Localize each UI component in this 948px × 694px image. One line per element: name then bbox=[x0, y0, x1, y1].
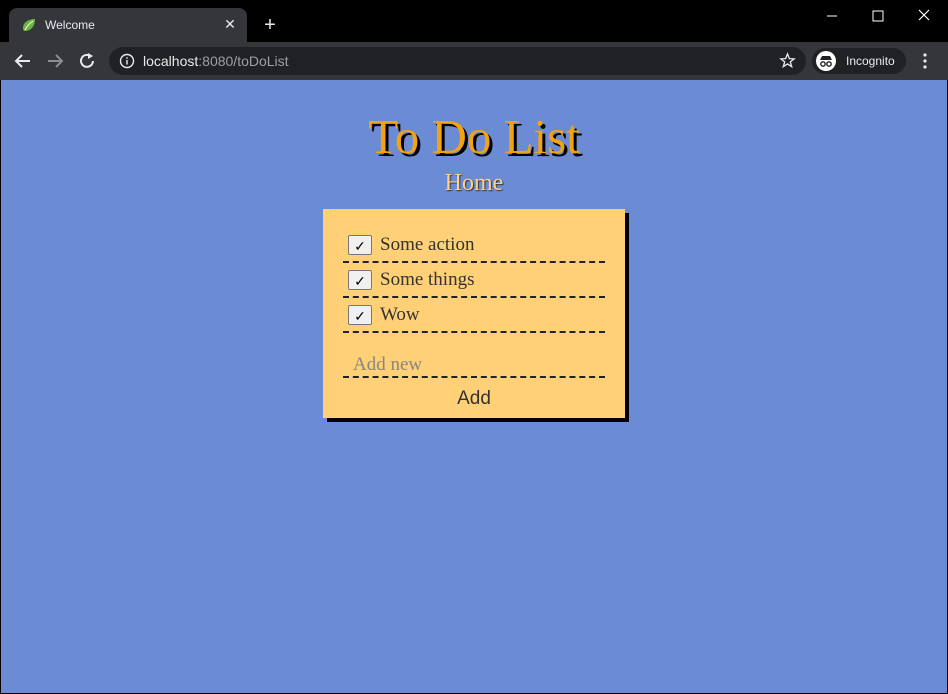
forward-icon[interactable] bbox=[44, 50, 66, 72]
page-content: To Do List Home ✓ Some action ✓ Some thi… bbox=[1, 80, 947, 693]
home-link[interactable]: Home bbox=[1, 170, 947, 197]
browser-toolbar: localhost:8080/toDoList Incognito bbox=[0, 42, 948, 80]
todo-card: ✓ Some action ✓ Some things ✓ Wow Add bbox=[323, 209, 625, 418]
todo-checkbox[interactable]: ✓ bbox=[348, 305, 372, 325]
back-icon[interactable] bbox=[12, 50, 34, 72]
todo-item: ✓ Wow bbox=[343, 297, 605, 333]
todo-item: ✓ Some action bbox=[343, 227, 605, 263]
todo-checkbox[interactable]: ✓ bbox=[348, 235, 372, 255]
url-text: localhost:8080/toDoList bbox=[143, 53, 289, 69]
url-path: :8080/toDoList bbox=[198, 53, 289, 69]
browser-tab[interactable]: Welcome ✕ bbox=[9, 8, 247, 42]
reload-icon[interactable] bbox=[76, 50, 98, 72]
add-button[interactable]: Add bbox=[443, 386, 505, 412]
todo-label: Some things bbox=[380, 269, 475, 290]
url-host: localhost bbox=[143, 53, 199, 69]
tab-strip: Welcome ✕ + bbox=[0, 0, 948, 42]
todo-item: ✓ Some things bbox=[343, 262, 605, 298]
address-bar[interactable]: localhost:8080/toDoList bbox=[109, 47, 806, 75]
tab-title: Welcome bbox=[45, 18, 95, 32]
new-tab-icon[interactable]: + bbox=[258, 14, 282, 38]
page-title: To Do List bbox=[368, 109, 580, 164]
incognito-icon bbox=[816, 51, 836, 71]
more-menu-icon[interactable] bbox=[918, 52, 932, 70]
incognito-label: Incognito bbox=[846, 54, 895, 68]
spring-leaf-icon bbox=[23, 19, 35, 31]
minimize-icon[interactable] bbox=[817, 6, 847, 26]
close-window-icon[interactable] bbox=[909, 6, 939, 26]
todo-checkbox[interactable]: ✓ bbox=[348, 270, 372, 290]
incognito-badge[interactable]: Incognito bbox=[812, 48, 906, 74]
info-icon[interactable] bbox=[119, 53, 135, 69]
add-new-input[interactable] bbox=[343, 354, 605, 378]
maximize-icon[interactable] bbox=[863, 6, 893, 26]
todo-label: Some action bbox=[380, 234, 475, 255]
bookmark-star-icon[interactable] bbox=[779, 52, 796, 69]
todo-label: Wow bbox=[380, 304, 420, 325]
browser-chrome: Welcome ✕ + localhost:8080/toDoList Inco… bbox=[0, 0, 948, 80]
close-tab-icon[interactable]: ✕ bbox=[222, 16, 238, 32]
